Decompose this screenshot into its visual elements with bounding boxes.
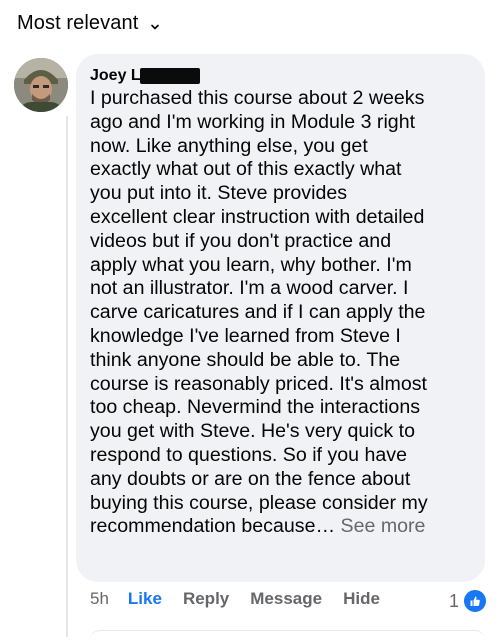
avatar[interactable] xyxy=(14,58,68,112)
sort-label: Most relevant xyxy=(17,12,139,34)
chevron-down-icon xyxy=(150,19,160,29)
user-avatar-icon xyxy=(14,58,68,112)
comment-timestamp[interactable]: 5h xyxy=(90,589,109,609)
reaction-count: 1 xyxy=(448,590,459,611)
sort-dropdown[interactable]: Most relevant xyxy=(17,12,160,35)
like-button[interactable]: Like xyxy=(128,589,162,609)
message-button[interactable]: Message xyxy=(250,589,322,609)
comment-actions: 5h Like Reply Message Hide xyxy=(90,589,401,609)
see-more-link[interactable]: See more xyxy=(335,515,426,537)
reply-button[interactable]: Reply xyxy=(183,589,229,609)
like-icon xyxy=(462,588,488,614)
comment-bubble: Joey Lowe I purchased this course about … xyxy=(76,54,485,582)
comment-text: I purchased this course about 2 weeks ag… xyxy=(90,87,482,539)
thread-line xyxy=(66,116,68,637)
next-comment-edge xyxy=(90,630,485,641)
hide-button[interactable]: Hide xyxy=(343,589,380,609)
comment-body: I purchased this course about 2 weeks ag… xyxy=(90,87,428,538)
comment-author[interactable]: Joey Lowe xyxy=(90,65,485,87)
reaction-summary[interactable]: 1 xyxy=(449,588,488,614)
redaction-bar xyxy=(139,68,200,84)
